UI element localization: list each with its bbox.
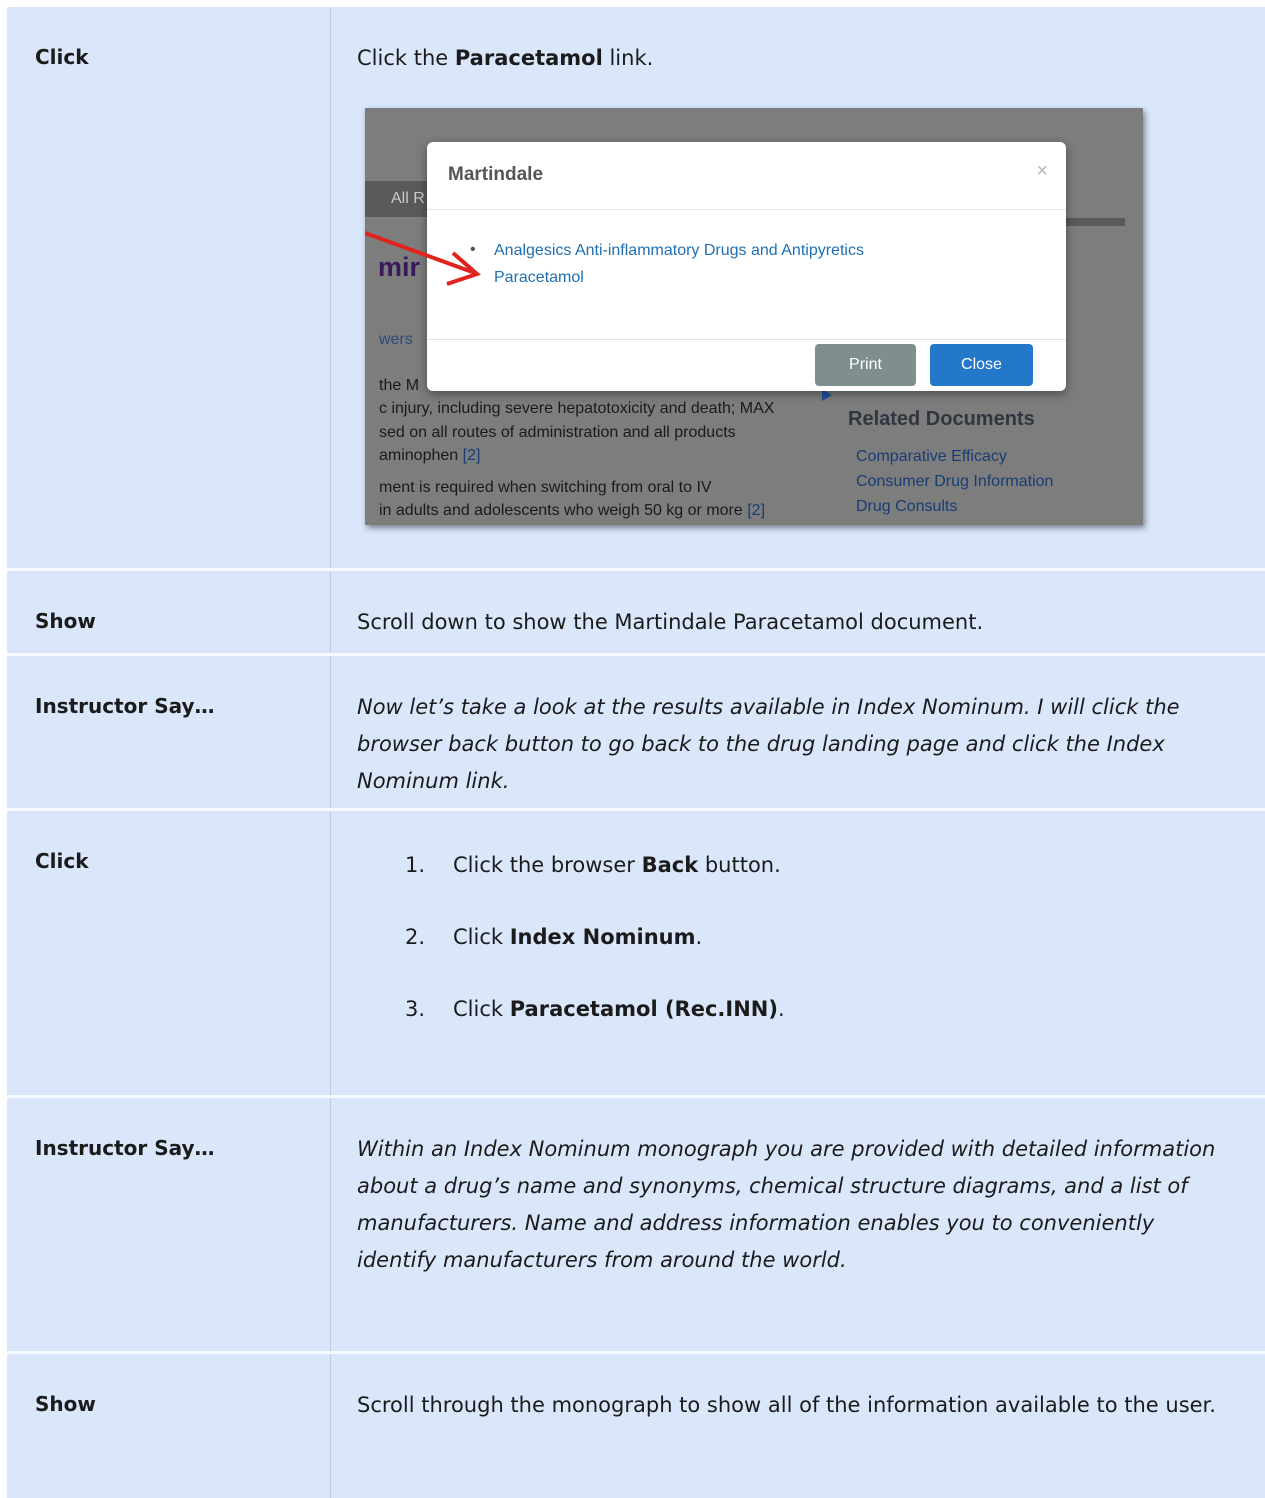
row-label-cell [7, 1354, 331, 1498]
step-number: 2. [405, 925, 426, 949]
row-label: Instructor Say… [35, 694, 215, 718]
step-list-container: 1. Click the browser Back button. 2. Click… [357, 847, 1233, 1063]
step-text: . [695, 925, 703, 949]
table-row: Instructor Say… Within an Index Nominum … [7, 1098, 1265, 1351]
row-label-cell [7, 7, 331, 568]
row-label: Instructor Say… [35, 1136, 215, 1160]
red-arrow-icon [365, 231, 481, 286]
table-row: Instructor Say… Now let’s take a look at… [7, 656, 1265, 808]
row-instruction: Now let’s take a look at the results ava… [357, 695, 1180, 793]
step-list: 1. Click the browser Back button. 2. Click… [357, 847, 1233, 1063]
row-label: Show [35, 1392, 96, 1416]
step-text: Click the browser [453, 853, 642, 877]
table-row: Show Scroll down to show the Martindale … [7, 571, 1265, 653]
table-row: Click Click the Paracetamol link. All R … [7, 7, 1265, 568]
instruction-text: Click the [357, 46, 455, 70]
row-label: Show [35, 609, 96, 633]
step-bold: Paracetamol (Rec.INN) [509, 997, 778, 1021]
embedded-screenshot: All R mir wers the M c injury, including… [365, 108, 1143, 525]
step-item: 1. Click the browser Back button. [357, 847, 1233, 919]
step-bold: Back [641, 853, 699, 877]
step-item: 2. Click Index Nominum. [357, 919, 1233, 991]
step-bold: Index Nominum [509, 925, 696, 949]
row-instruction: Scroll down to show the Martindale Parac… [357, 610, 984, 634]
row-label: Click [35, 45, 89, 69]
step-text: . [777, 997, 785, 1021]
step-item: 3. Click Paracetamol (Rec.INN). [357, 991, 1233, 1063]
row-label: Click [35, 849, 89, 873]
row-instruction: Within an Index Nominum monograph you ar… [357, 1137, 1216, 1272]
step-text: Click [453, 925, 510, 949]
instruction-bold: Paracetamol [454, 46, 603, 70]
step-number: 1. [405, 853, 426, 877]
step-text: Click [453, 997, 510, 1021]
row-instruction: Scroll through the monograph to show all… [357, 1393, 1216, 1417]
row-instruction: Click the Paracetamol link. [357, 40, 1233, 77]
table-row: Show Scroll through the monograph to sho… [7, 1354, 1265, 1498]
row-label-cell [7, 656, 331, 808]
step-text: button. [698, 853, 781, 877]
table-row: Click 1. Click the browser Back button. 2… [7, 811, 1265, 1095]
instruction-text: link. [602, 46, 654, 70]
step-number: 3. [405, 997, 426, 1021]
